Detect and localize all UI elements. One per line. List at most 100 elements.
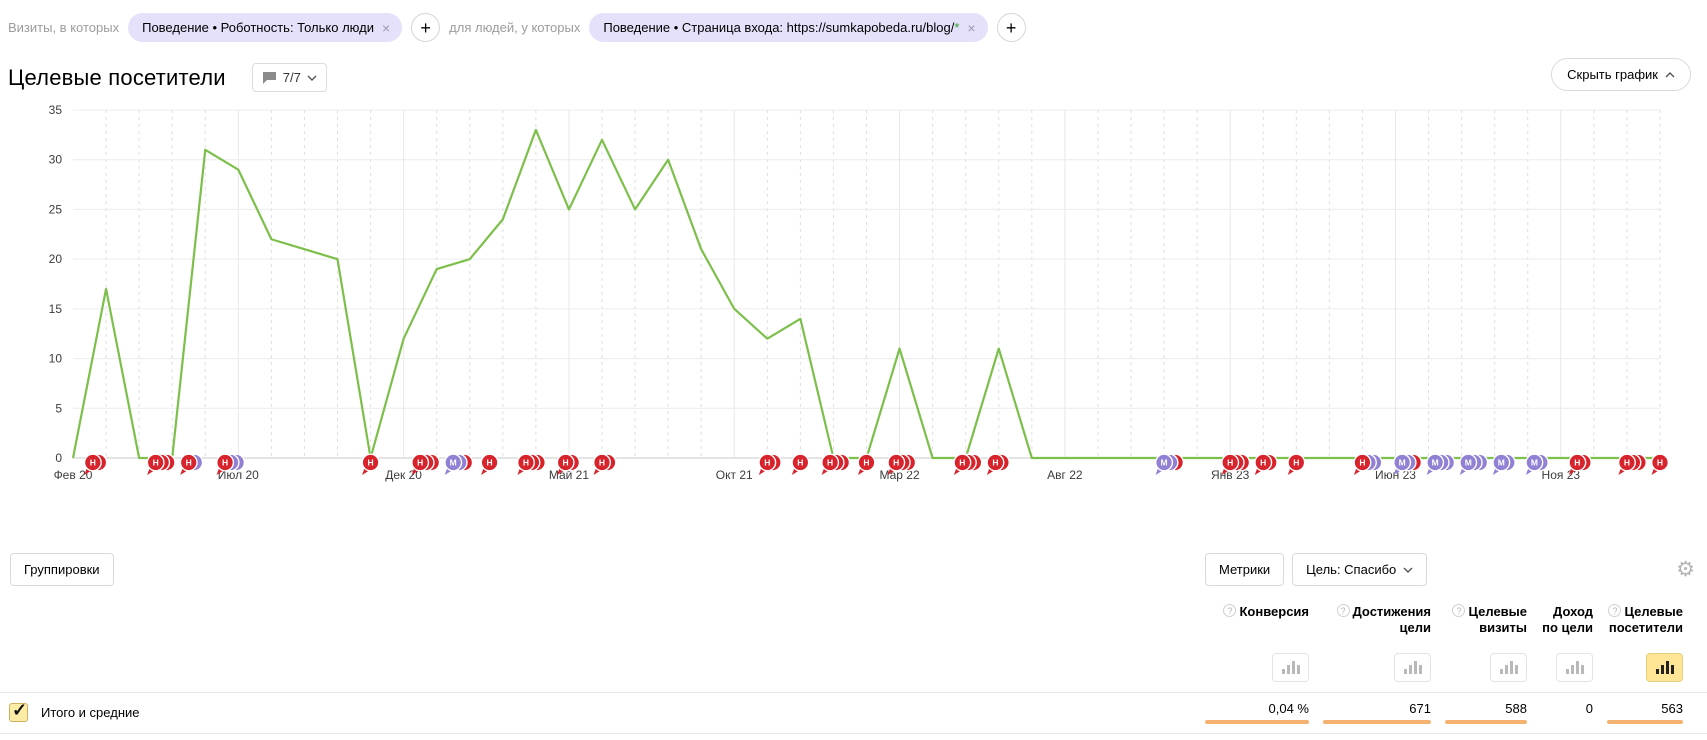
comment-marker[interactable]: Н	[180, 454, 202, 475]
value-bar	[1323, 720, 1431, 724]
close-icon[interactable]: ×	[967, 21, 975, 35]
value-bar	[1445, 720, 1527, 724]
comment-marker[interactable]: Н	[84, 454, 106, 475]
bar-chart-icon[interactable]	[1272, 653, 1309, 682]
comment-marker[interactable]: Н	[412, 454, 440, 475]
comment-marker[interactable]: Н	[1255, 454, 1277, 475]
svg-text:Н: Н	[90, 458, 96, 468]
comment-marker[interactable]: М	[445, 454, 473, 475]
bar-chart-icon[interactable]	[1394, 653, 1431, 682]
comment-marker[interactable]: Н	[594, 454, 616, 475]
wildcard-highlight: *	[954, 20, 959, 35]
svg-text:Н: Н	[1359, 458, 1365, 468]
add-people-filter-button[interactable]: +	[997, 13, 1026, 42]
svg-text:15: 15	[49, 302, 63, 316]
hide-chart-button[interactable]: Скрыть график	[1551, 58, 1691, 91]
totals-checkbox[interactable]: ✓	[9, 703, 28, 722]
svg-text:Н: Н	[863, 458, 869, 468]
comment-marker[interactable]: Н	[822, 454, 850, 475]
comment-marker[interactable]: Н	[759, 454, 781, 475]
totals-label: Итого и средние	[41, 705, 139, 720]
column-header[interactable]: ?Конверсия	[1205, 594, 1323, 637]
svg-text:М: М	[450, 458, 457, 468]
column-icon-cell	[1541, 637, 1607, 692]
value-bar	[1607, 720, 1683, 724]
comment-marker[interactable]: Н	[954, 454, 982, 475]
svg-text:Н: Н	[487, 458, 493, 468]
comment-marker[interactable]: Н	[987, 454, 1009, 475]
column-header[interactable]: ?Целевые визиты	[1445, 594, 1541, 637]
visitors-chart[interactable]: 05101520253035Фев 20Июл 20Дек 20Май 21Ок…	[0, 100, 1707, 497]
column-icon-cell	[1607, 637, 1697, 692]
bar-chart-icon[interactable]	[1490, 653, 1527, 682]
svg-text:Н: Н	[893, 458, 899, 468]
speech-bubble-icon	[262, 71, 277, 84]
comment-marker[interactable]: М	[1156, 454, 1184, 475]
close-icon[interactable]: ×	[382, 21, 390, 35]
value-bar-empty	[1541, 720, 1593, 724]
help-icon[interactable]: ?	[1223, 604, 1236, 617]
comments-dropdown[interactable]: 7/7	[252, 63, 327, 92]
comment-marker[interactable]: М	[1427, 454, 1455, 475]
bar-chart-icon[interactable]	[1556, 653, 1593, 682]
hide-chart-label: Скрыть график	[1567, 67, 1658, 82]
x-axis-label: Окт 21	[716, 468, 753, 482]
svg-text:Н: Н	[523, 458, 529, 468]
comment-marker[interactable]: Н	[792, 454, 809, 475]
add-filter-button[interactable]: +	[411, 13, 440, 42]
comment-marker[interactable]: Н	[1288, 454, 1305, 475]
svg-text:Н: Н	[827, 458, 833, 468]
comment-marker[interactable]: Н	[481, 454, 498, 475]
column-header[interactable]: ?Достижения цели	[1323, 594, 1445, 637]
filter-chip-robots[interactable]: Поведение • Роботность: Только люди ×	[128, 13, 402, 42]
page-title: Целевые посетители	[8, 65, 226, 91]
column-icon-cell	[1445, 637, 1541, 692]
filter-chip-entry-page[interactable]: Поведение • Страница входа: https://sumk…	[589, 13, 987, 42]
comment-marker[interactable]: Н	[517, 454, 545, 475]
chevron-down-icon	[1403, 567, 1413, 573]
svg-text:Н: Н	[764, 458, 770, 468]
gear-icon[interactable]: ⚙	[1676, 559, 1695, 580]
svg-text:Н: Н	[599, 458, 605, 468]
svg-text:20: 20	[49, 252, 63, 266]
svg-text:Н: Н	[797, 458, 803, 468]
svg-text:Н: Н	[153, 458, 159, 468]
column-header[interactable]: ?Целевые посетители	[1607, 594, 1697, 637]
totals-value: 563	[1607, 693, 1697, 733]
svg-text:Н: Н	[992, 458, 998, 468]
comment-marker[interactable]: Н	[147, 454, 175, 475]
goal-dropdown-label: Цель: Спасибо	[1306, 562, 1396, 577]
bar-chart-icon[interactable]	[1646, 653, 1683, 682]
help-icon[interactable]: ?	[1452, 604, 1465, 617]
totals-value: 0	[1541, 693, 1607, 733]
report-table-section: Группировки Метрики Цель: Спасибо ⚙ ?Кон…	[0, 547, 1707, 734]
svg-text:Н: Н	[563, 458, 569, 468]
filter-chip-entry-page-label: Поведение • Страница входа: https://sumk…	[603, 20, 959, 35]
svg-text:Н: Н	[1657, 458, 1663, 468]
svg-text:Н: Н	[1574, 458, 1580, 468]
section-header: Целевые посетители 7/7 Скрыть график	[0, 42, 1707, 92]
help-icon[interactable]: ?	[1337, 604, 1350, 617]
svg-text:Н: Н	[959, 458, 965, 468]
column-header[interactable]: Доход по цели	[1541, 594, 1607, 637]
metrics-button[interactable]: Метрики	[1205, 553, 1284, 586]
svg-text:М: М	[1498, 458, 1505, 468]
svg-text:5: 5	[55, 401, 62, 415]
svg-text:М: М	[1531, 458, 1538, 468]
totals-value: 588	[1445, 693, 1541, 733]
comment-marker[interactable]: Н	[1618, 454, 1646, 475]
table-toolbar: Группировки Метрики Цель: Спасибо ⚙	[0, 547, 1707, 594]
goal-dropdown[interactable]: Цель: Спасибо	[1292, 553, 1427, 586]
totals-row: ✓ Итого и средние 0,04 %6715880563	[0, 692, 1707, 734]
comment-marker[interactable]: М	[1460, 454, 1488, 475]
comment-marker[interactable]: М	[1493, 454, 1515, 475]
help-icon[interactable]: ?	[1608, 604, 1621, 617]
comment-marker[interactable]: Н	[1652, 454, 1669, 475]
groupings-button[interactable]: Группировки	[10, 553, 114, 586]
svg-text:Н: Н	[417, 458, 423, 468]
comment-marker[interactable]: Н	[858, 454, 875, 475]
for-people-label: для людей, у которых	[449, 20, 580, 35]
svg-text:Н: Н	[1260, 458, 1266, 468]
comment-marker[interactable]: Н	[362, 454, 379, 475]
svg-text:Н: Н	[367, 458, 373, 468]
